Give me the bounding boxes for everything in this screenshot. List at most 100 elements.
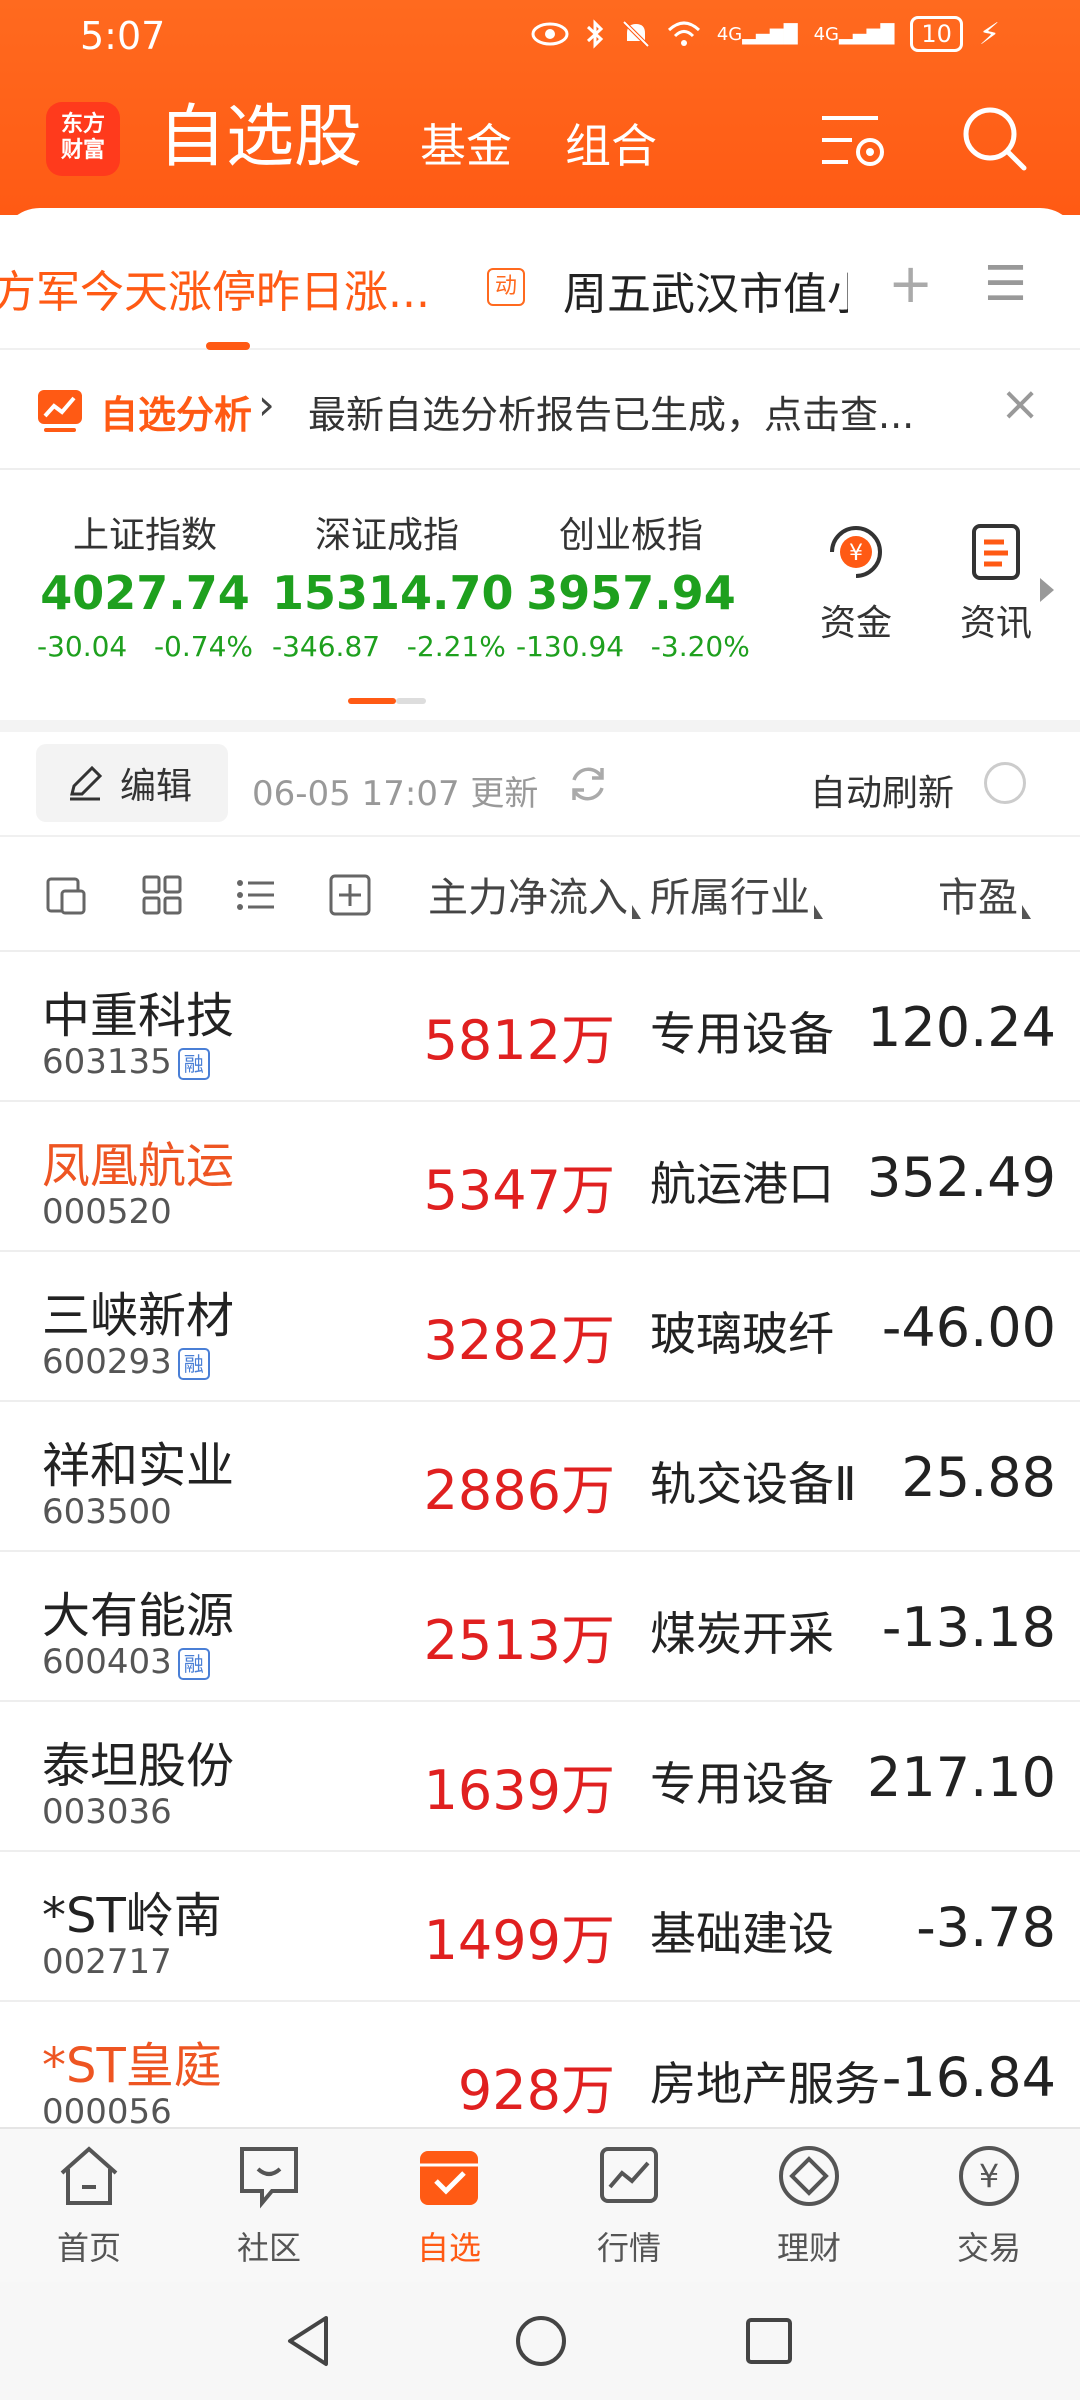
- table-row[interactable]: *ST皇庭 000056 928万 房地产服务 -16.84: [0, 2002, 1080, 2127]
- stock-pe: -13.18: [881, 1596, 1056, 1659]
- dynamic-badge-icon[interactable]: 动: [487, 268, 525, 306]
- funds-button[interactable]: ¥ 资金: [806, 520, 906, 646]
- list-view-icon[interactable]: [234, 873, 278, 917]
- column-pe[interactable]: 市盈: [938, 865, 1031, 923]
- stock-list: 中重科技 603135 融 5812万 专用设备 120.24 凤凰航运 0005…: [0, 952, 1080, 2127]
- table-row[interactable]: 三峡新材 600293 融 3282万 玻璃玻纤 -46.00: [0, 1252, 1080, 1402]
- tab-fund[interactable]: 基金: [420, 116, 512, 176]
- table-row[interactable]: *ST岭南 002717 1499万 基础建设 -3.78: [0, 1852, 1080, 2002]
- stock-flow: 928万: [457, 2059, 615, 2122]
- chat-icon: [240, 2147, 298, 2209]
- tab-watchlist[interactable]: 自选股: [158, 90, 362, 186]
- stock-name: *ST岭南: [42, 1888, 222, 1944]
- close-icon[interactable]: ×: [1000, 376, 1040, 432]
- signal-icon-2: 4G▂▄▆█: [813, 23, 895, 45]
- status-icons: 4G▂▄▆█ 4G▂▄▆█ 10 ⚡: [531, 16, 1000, 52]
- eye-icon: [531, 22, 569, 46]
- stock-pe: -3.78: [916, 1896, 1056, 1959]
- group-tabs: 方军今天涨停昨日涨... 动 周五武汉市值小 + ☰: [0, 208, 1080, 350]
- index-sh[interactable]: 上证指数 4027.74 -30.04 -0.74%: [30, 506, 260, 663]
- stock-flow: 2513万: [423, 1609, 615, 1672]
- back-icon[interactable]: [282, 2312, 334, 2370]
- grid-view-icon[interactable]: [140, 873, 184, 917]
- recents-icon[interactable]: [744, 2316, 794, 2366]
- table-row[interactable]: 泰坦股份 003036 1639万 专用设备 217.10: [0, 1702, 1080, 1852]
- notice-text[interactable]: 最新自选分析报告已生成，点击查...: [308, 384, 978, 439]
- stock-flow: 2886万: [423, 1459, 615, 1522]
- status-time: 5:07: [80, 14, 166, 58]
- margin-badge-icon: 融: [177, 1048, 210, 1080]
- stock-industry: 航运港口: [650, 1157, 834, 1211]
- table-row[interactable]: 凤凰航运 000520 5347万 航运港口 352.49: [0, 1102, 1080, 1252]
- stock-industry: 基础建设: [650, 1907, 834, 1961]
- column-industry[interactable]: 所属行业: [650, 865, 823, 923]
- group-tab-second[interactable]: 周五武汉市值小: [563, 258, 848, 322]
- list-settings-icon[interactable]: [818, 110, 890, 170]
- stock-pe: -46.00: [881, 1296, 1056, 1359]
- bottom-nav: 首页 社区 自选 行情 理财 ¥ 交易: [0, 2127, 1080, 2282]
- edit-button[interactable]: 编辑: [36, 744, 228, 822]
- app-logo: 东方 财富: [46, 102, 120, 176]
- svg-text:¥: ¥: [979, 2157, 999, 2195]
- stock-name: 凤凰航运: [42, 1138, 235, 1194]
- analysis-notice[interactable]: 自选分析 › 最新自选分析报告已生成，点击查... ×: [0, 350, 1080, 470]
- stock-industry: 轨交设备Ⅱ: [650, 1457, 857, 1511]
- stock-pe: 120.24: [867, 996, 1056, 1059]
- index-cyb[interactable]: 创业板指 3957.94 -130.94 -3.20%: [516, 506, 750, 663]
- table-row[interactable]: 祥和实业 603500 2886万 轨交设备Ⅱ 25.88: [0, 1402, 1080, 1552]
- stock-flow: 1499万: [423, 1909, 615, 1972]
- system-nav: [0, 2282, 1080, 2400]
- news-icon: [972, 524, 1020, 580]
- more-arrow-icon[interactable]: [1040, 578, 1054, 602]
- tab-combo[interactable]: 组合: [565, 116, 657, 176]
- group-tab-indicator: [206, 342, 250, 350]
- add-stock-icon[interactable]: [328, 873, 372, 917]
- stock-industry: 煤炭开采: [650, 1607, 834, 1661]
- edit-toolbar: 编辑 06-05 17:07 更新 自动刷新: [0, 732, 1080, 837]
- notice-title: 自选分析: [100, 393, 253, 437]
- index-sz[interactable]: 深证成指 15314.70 -346.87 -2.21%: [272, 506, 514, 663]
- home-icon: [60, 2146, 118, 2205]
- stock-name: 大有能源: [42, 1588, 235, 1644]
- mute-icon: [622, 20, 650, 48]
- group-menu-icon[interactable]: ☰: [984, 256, 1027, 312]
- table-row[interactable]: 大有能源 600403 融 2513万 煤炭开采 -13.18: [0, 1552, 1080, 1702]
- stock-name: 三峡新材: [42, 1288, 235, 1344]
- divider: [0, 720, 1080, 732]
- group-tab-active[interactable]: 方军今天涨停昨日涨...: [0, 256, 430, 320]
- table-row[interactable]: 中重科技 603135 融 5812万 专用设备 120.24: [0, 952, 1080, 1102]
- refresh-icon[interactable]: [566, 762, 610, 806]
- search-icon[interactable]: [960, 104, 1030, 174]
- stock-code: 600293 融: [42, 1342, 210, 1382]
- add-group-button[interactable]: +: [888, 252, 933, 315]
- stock-code: 600403 融: [42, 1642, 210, 1682]
- signal-icon: 4G▂▄▆█: [716, 23, 798, 45]
- margin-badge-icon: 融: [177, 1648, 210, 1680]
- battery-icon: 10: [910, 16, 963, 52]
- nav-watchlist[interactable]: 自选: [384, 2143, 514, 2269]
- stock-industry: 专用设备: [650, 1007, 834, 1061]
- home-circle-icon[interactable]: [514, 2314, 568, 2368]
- stock-pe: -16.84: [881, 2046, 1056, 2109]
- nav-home[interactable]: 首页: [24, 2143, 154, 2269]
- nav-header: 东方 财富 自选股 基金 组合: [0, 90, 1080, 190]
- nav-trade[interactable]: ¥ 交易: [924, 2143, 1054, 2269]
- status-bar: 5:07 4G▂▄▆█ 4G▂▄▆█ 10 ⚡: [0, 0, 1080, 75]
- news-button[interactable]: 资讯: [946, 520, 1046, 646]
- stock-code: 603135 融: [42, 1042, 210, 1082]
- column-header: 主力净流入 所属行业 市盈: [0, 837, 1080, 952]
- stock-code: 002717: [42, 1942, 172, 1982]
- stock-flow: 1639万: [423, 1759, 615, 1822]
- funds-icon: ¥: [830, 526, 882, 578]
- auto-refresh-toggle[interactable]: [984, 762, 1026, 804]
- charging-icon: ⚡: [978, 16, 1000, 52]
- margin-badge-icon: 融: [177, 1348, 210, 1380]
- nav-market[interactable]: 行情: [564, 2143, 694, 2269]
- stock-code: 000056: [42, 2092, 172, 2127]
- card-view-icon[interactable]: [44, 873, 88, 917]
- stock-code: 003036: [42, 1792, 172, 1832]
- index-pager: [348, 698, 426, 704]
- nav-community[interactable]: 社区: [204, 2143, 334, 2269]
- nav-wealth[interactable]: 理财: [744, 2143, 874, 2269]
- column-flow[interactable]: 主力净流入: [428, 865, 641, 923]
